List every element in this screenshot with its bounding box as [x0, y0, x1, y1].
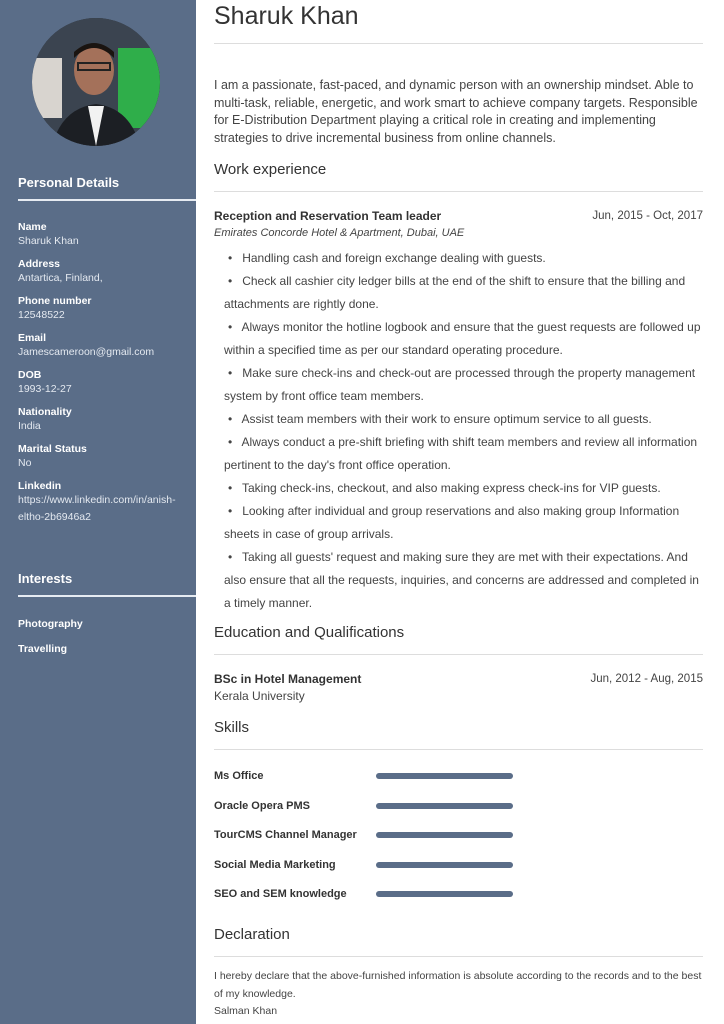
detail-label: Linkedin: [18, 480, 62, 492]
skill-name: SEO and SEM knowledge: [214, 888, 347, 900]
divider: [18, 595, 196, 597]
skill-bar-fill: [376, 891, 513, 897]
skill-bar-fill: [376, 861, 513, 868]
detail-label: Name: [18, 221, 47, 233]
skill-bar-fill: [376, 832, 513, 838]
bullet-item: • Taking all guests' request and making …: [224, 550, 699, 610]
education-dates: Jun, 2012 - Aug, 2015: [590, 673, 703, 685]
skill-bar: [376, 773, 513, 779]
declaration-text: I hereby declare that the above-furnishe…: [214, 968, 703, 1021]
divider: [214, 43, 703, 44]
divider: [18, 199, 196, 201]
detail-value: 12548522: [18, 309, 65, 321]
work-heading: Work experience: [214, 161, 327, 178]
skill-bar: [376, 891, 513, 897]
detail-value: No: [18, 457, 32, 469]
bullet-item: • Looking after individual and group res…: [224, 504, 680, 541]
sidebar: Personal Details Name Sharuk Khan Address A…: [0, 0, 196, 1024]
detail-label: DOB: [18, 369, 42, 381]
detail-label: Email: [18, 332, 47, 344]
page-title: Sharuk Khan: [214, 2, 359, 30]
summary: I am a passionate, fast-paced, and dynam…: [214, 78, 698, 145]
detail-label: Marital Status: [18, 443, 87, 455]
bullet-item: • Handling cash and foreign exchange dea…: [228, 251, 546, 265]
bullet-item: • Make sure check-ins and check-out are …: [224, 366, 696, 403]
divider: [214, 956, 703, 957]
detail-label: Address: [18, 258, 61, 270]
personal-details-heading: Personal Details: [18, 175, 120, 190]
bullet-item: • Assist team members with their work to…: [228, 412, 652, 426]
skill-name: Oracle Opera PMS: [214, 799, 310, 812]
skill-bar: [376, 832, 513, 838]
education-heading: Education and Qualifications: [214, 624, 405, 641]
skills-heading: Skills: [214, 719, 250, 736]
skill-bar-fill: [376, 802, 513, 809]
personal-details-list: Name Sharuk Khan Address Antartica, Finland…: [18, 221, 194, 534]
detail-value: Sharuk Khan: [18, 235, 79, 247]
interests-heading: Interests: [18, 571, 73, 586]
detail-label: Phone number: [18, 295, 92, 307]
divider: [214, 191, 703, 192]
job-company: Emirates Concorde Hotel & Apartment, Dub…: [214, 227, 465, 239]
bullet-item: • Always conduct a pre-shift briefing wi…: [224, 435, 698, 472]
signature: Salman Khan: [214, 1005, 278, 1017]
skill-name: TourCMS Channel Manager: [214, 829, 357, 841]
skill-name: Ms Office: [214, 770, 264, 782]
bullet-item: • Check all cashier city ledger bills at…: [224, 274, 686, 311]
detail-label: Nationality: [18, 406, 72, 418]
detail-value: https://www.linkedin.com/in/anish-eltho-…: [18, 494, 176, 523]
skill-bar: [376, 861, 513, 868]
bullet-item: • Taking check-ins, checkout, and also m…: [228, 481, 661, 495]
detail-value: Jamescameroon@gmail.com: [18, 346, 155, 358]
skill-bar-fill: [376, 773, 513, 779]
skill-name: Social Media Marketing: [214, 858, 336, 871]
interest-item: Travelling: [18, 643, 68, 655]
avatar: [32, 18, 160, 146]
detail-value: India: [18, 420, 41, 432]
declaration-body: I hereby declare that the above-furnishe…: [214, 970, 702, 1000]
skill-bar: [376, 802, 513, 809]
bullet-item: • Always monitor the hotline logbook and…: [224, 320, 701, 357]
divider: [214, 749, 703, 750]
school: Kerala University: [214, 689, 305, 703]
interest-item: Photography: [18, 618, 83, 630]
detail-value: 1993-12-27: [18, 383, 72, 395]
detail-value: Antartica, Finland,: [18, 272, 103, 284]
job-dates: Jun, 2015 - Oct, 2017: [592, 210, 703, 222]
declaration-heading: Declaration: [214, 926, 290, 943]
job-bullets: • Handling cash and foreign exchange dea…: [214, 247, 703, 615]
divider: [214, 654, 703, 655]
